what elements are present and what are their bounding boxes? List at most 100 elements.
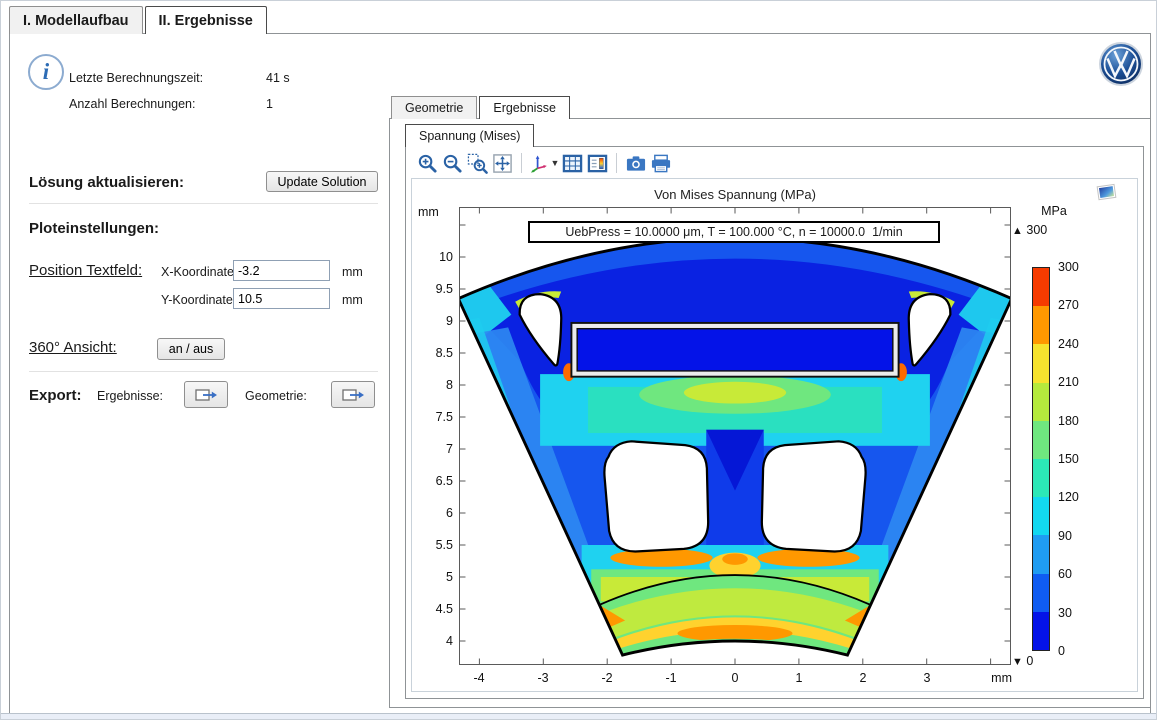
colorbar <box>1032 267 1050 651</box>
colorbar-segment <box>1033 459 1049 497</box>
colorbar-unit: MPa <box>1024 204 1084 218</box>
x-tick-label: 3 <box>907 671 947 685</box>
zoom-selected-button[interactable] <box>465 151 490 175</box>
export-icon <box>195 388 218 402</box>
color-legend-icon <box>587 153 608 174</box>
zoom-in-icon <box>417 153 438 174</box>
y-tick-label: 5 <box>412 568 453 586</box>
x-coordinate-label: X-Koordinate: <box>161 265 237 279</box>
y-coordinate-input[interactable] <box>233 288 330 309</box>
tab-geometrie[interactable]: Geometrie <box>391 96 477 119</box>
export-geometry-button[interactable] <box>331 381 375 408</box>
tab-modellaufbau[interactable]: I. Modellaufbau <box>9 6 143 34</box>
plot-title: Von Mises Spannung (MPa) <box>459 187 1011 202</box>
colorbar-tick-label: 180 <box>1058 412 1098 430</box>
y-tick-label: 4.5 <box>412 600 453 618</box>
zoom-out-button[interactable] <box>440 151 465 175</box>
snapshot-button[interactable] <box>623 151 648 175</box>
last-computation-value: 41 s <box>266 71 290 85</box>
vw-logo <box>1098 41 1144 92</box>
show-grid-button[interactable] <box>560 151 585 175</box>
colorbar-tick-label: 300 <box>1058 258 1098 276</box>
y-tick-label: 6.5 <box>412 472 453 490</box>
colorbar-segment <box>1033 535 1049 573</box>
view360-toggle-button[interactable]: an / aus <box>157 338 225 360</box>
zoom-selected-icon <box>467 153 488 174</box>
update-solution-button[interactable]: Update Solution <box>266 171 378 192</box>
colorbar-segment <box>1033 344 1049 382</box>
textfield-position-label: Position Textfeld: <box>29 262 142 279</box>
zoom-extents-button[interactable] <box>490 151 515 175</box>
print-button[interactable] <box>648 151 673 175</box>
y-tick-label: 9.5 <box>412 280 453 298</box>
x-coordinate-input[interactable] <box>233 260 330 281</box>
tab-spannung-mises[interactable]: Spannung (Mises) <box>405 124 534 147</box>
default-view-button[interactable]: ▼ <box>528 151 560 175</box>
toolbar-separator <box>616 153 617 173</box>
colorbar-tick-label: 30 <box>1058 604 1098 622</box>
plot-window-icon[interactable] <box>1096 183 1118 207</box>
colorbar-tick-labels: 300 270 240 210 180 150 120 90 60 30 0 <box>1058 258 1098 660</box>
zoom-extents-icon <box>492 153 513 174</box>
update-solution-label: Lösung aktualisieren: <box>29 174 184 191</box>
x-tick-label: -2 <box>587 671 627 685</box>
colorbar-tick-label: 150 <box>1058 450 1098 468</box>
zoom-in-button[interactable] <box>415 151 440 175</box>
show-legend-button[interactable] <box>585 151 610 175</box>
x-tick-label: -4 <box>459 671 499 685</box>
y-tick-label: 5.5 <box>412 536 453 554</box>
colorbar-segment <box>1033 268 1049 306</box>
annotation-box: UebPress = 10.0000 μm, T = 100.000 °C, n… <box>528 221 940 243</box>
last-computation-label: Letzte Berechnungszeit: <box>69 71 203 85</box>
graphics-toolbar: ▼ <box>415 150 673 176</box>
y-tick-label: 10 <box>412 248 453 266</box>
colorbar-segment <box>1033 421 1049 459</box>
colorbar-tick-label: 90 <box>1058 527 1098 545</box>
export-heading: Export: <box>29 387 82 404</box>
colorbar-tick-label: 60 <box>1058 565 1098 583</box>
export-icon <box>342 388 365 402</box>
divider <box>29 203 378 204</box>
y-coordinate-unit: mm <box>342 293 363 307</box>
colorbar-tick-label: 210 <box>1058 373 1098 391</box>
colorbar-segment <box>1033 383 1049 421</box>
colorbar-tick-label: 240 <box>1058 335 1098 353</box>
printer-icon <box>650 153 672 174</box>
colorbar-segment <box>1033 306 1049 344</box>
plot-tab-bar: Spannung (Mises) <box>405 124 534 147</box>
plot-settings-heading: Ploteinstellungen: <box>29 220 159 237</box>
tab-ergebnisse[interactable]: II. Ergebnisse <box>145 6 267 34</box>
x-coordinate-unit: mm <box>342 265 363 279</box>
stress-plot[interactable] <box>459 207 1011 665</box>
axes-orientation-icon <box>529 153 550 174</box>
y-coordinate-label: Y-Koordinate: <box>161 293 236 307</box>
triangle-down-icon: ▼ <box>1012 656 1023 668</box>
chevron-down-icon: ▼ <box>551 158 560 168</box>
y-axis-unit: mm <box>418 205 439 219</box>
divider <box>29 371 378 372</box>
tab-results[interactable]: Ergebnisse <box>479 96 570 119</box>
results-tab-bar: Geometrie Ergebnisse <box>391 96 570 119</box>
view360-label: 360° Ansicht: <box>29 339 117 356</box>
colorbar-segment <box>1033 574 1049 612</box>
colorbar-tick-label: 120 <box>1058 488 1098 506</box>
x-tick-label: 0 <box>715 671 755 685</box>
y-tick-label: 8.5 <box>412 344 453 362</box>
y-tick-label: 4 <box>412 632 453 650</box>
colorbar-segment <box>1033 612 1049 650</box>
triangle-up-icon: ▲ <box>1012 225 1023 237</box>
x-axis-unit: mm <box>972 671 1012 685</box>
grid-icon <box>562 153 583 174</box>
colorbar-segment <box>1033 497 1049 535</box>
computation-count-label: Anzahl Berechnungen: <box>69 97 195 111</box>
toolbar-separator <box>521 153 522 173</box>
colorbar-tick-label: 270 <box>1058 296 1098 314</box>
colorbar-tick-label: 0 <box>1058 642 1098 660</box>
window-bottom-strip <box>1 713 1156 719</box>
export-results-button[interactable] <box>184 381 228 408</box>
y-tick-label: 8 <box>412 376 453 394</box>
info-icon: i <box>28 54 64 90</box>
zoom-out-icon <box>442 153 463 174</box>
y-tick-label: 9 <box>412 312 453 330</box>
graphics-canvas[interactable]: Von Mises Spannung (MPa) mm <box>411 178 1138 692</box>
